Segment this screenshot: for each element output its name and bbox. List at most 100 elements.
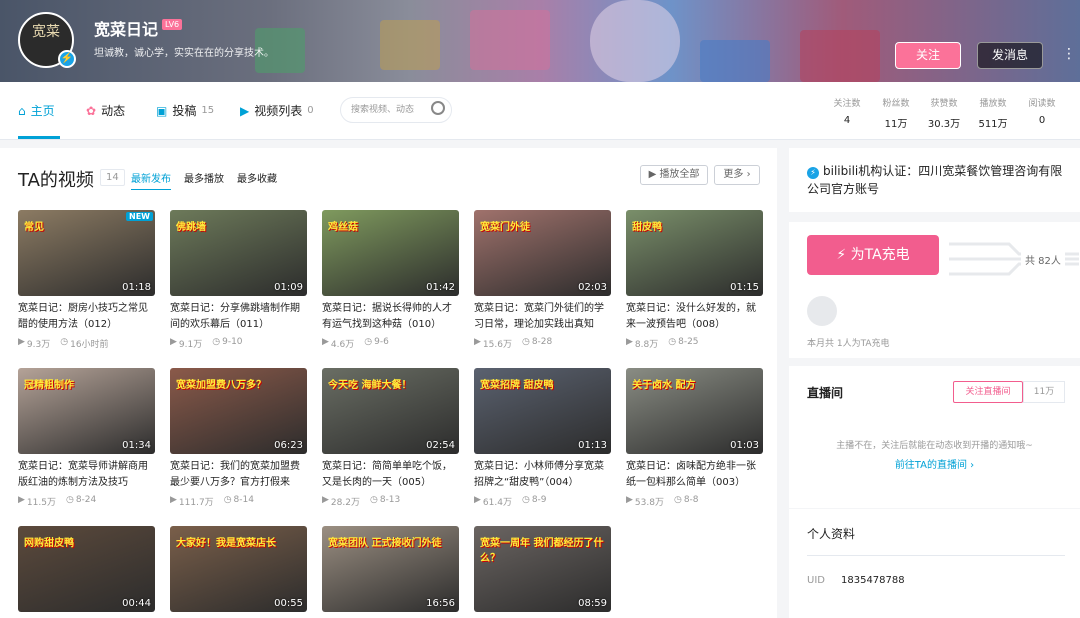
video-title[interactable]: 宽菜日记：厨房小技巧之常见醋的使用方法（012）	[18, 301, 155, 333]
tab-count: 0	[307, 105, 314, 116]
video-thumbnail[interactable]: 今天吃 海鲜大餐！ 02:54	[322, 368, 459, 454]
video-thumbnail[interactable]: 冠精粗制作 01:34	[18, 368, 155, 454]
profile-title: 个人资料	[807, 527, 856, 541]
tab-underline	[18, 136, 60, 139]
video-thumbnail[interactable]: 常见 NEW 01:18	[18, 210, 155, 296]
play-count-icon: ▶	[626, 495, 633, 505]
video-title[interactable]: 宽菜日记：我们的宽菜加盟费最少要八万多？官方打假来	[170, 459, 307, 491]
video-card[interactable]: 甜皮鸭 01:15 宽菜日记：没什么好发的，就来一波预告吧（008） ▶ 8.8万 ◷ 8-…	[626, 210, 763, 350]
video-title[interactable]: 宽菜日记：卤味配方绝非一张纸一包料那么简单（003）	[626, 459, 763, 491]
video-thumbnail[interactable]: 甜皮鸭 01:15	[626, 210, 763, 296]
avatar[interactable]: 宽菜 ⚡	[18, 12, 76, 68]
video-plays: 111.7万	[178, 498, 214, 508]
more-button[interactable]: 更多 ›	[714, 165, 760, 185]
video-title[interactable]: 宽菜日记：宽菜导师讲解商用版红油的炼制方法及技巧	[18, 459, 155, 491]
thumbnail-caption: 关于卤水 配方	[632, 380, 696, 391]
video-title[interactable]: 宽菜日记：分享佛跳墙制作期间的欢乐幕后（011）	[170, 301, 307, 333]
video-thumbnail[interactable]: 宽菜加盟费八万多？ 06:23	[170, 368, 307, 454]
video-thumbnail[interactable]: 鸡丝菇 01:42	[322, 210, 459, 296]
section-title: TA的视频	[18, 170, 94, 191]
clock-icon: ◷	[364, 337, 373, 347]
video-card[interactable]: 佛跳墙 01:09 宽菜日记：分享佛跳墙制作期间的欢乐幕后（011） ▶ 9.1万 ◷ 9-…	[170, 210, 307, 350]
video-duration: 01:15	[730, 282, 759, 293]
video-date: 8-25	[678, 337, 699, 347]
sort-most-favorited[interactable]: 最多收藏	[237, 170, 277, 185]
video-duration: 01:03	[730, 440, 759, 451]
avatar-text: 宽菜	[32, 24, 60, 40]
cert-prefix: bilibili机构认证：	[823, 164, 919, 178]
tab-video-list[interactable]: ▶ 视频列表 0	[240, 102, 314, 119]
clock-icon: ◷	[65, 495, 74, 505]
video-date: 8-24	[75, 495, 97, 505]
video-thumbnail[interactable]: 关于卤水 配方 01:03	[626, 368, 763, 454]
video-title[interactable]: 宽菜日记：简简单单吃个饭，又是长肉的一天（005）	[322, 459, 459, 491]
stat-following[interactable]: 关注数 4	[825, 96, 869, 126]
thumbnail-caption: 今天吃 海鲜大餐！	[328, 380, 412, 391]
video-card[interactable]: 宽菜团队 正式接收门外徒 16:56	[322, 526, 459, 612]
search-input[interactable]: 搜索视频、动态	[340, 97, 452, 123]
charge-button[interactable]: ⚡ 为TA充电	[807, 235, 939, 275]
video-date: 8-14	[233, 495, 254, 505]
video-card[interactable]: 今天吃 海鲜大餐！ 02:54 宽菜日记：简简单单吃个饭，又是长肉的一天（005） ▶…	[322, 368, 459, 508]
video-card[interactable]: 常见 NEW 01:18 宽菜日记：厨房小技巧之常见醋的使用方法（012） ▶ 9.3万 ◷…	[18, 210, 155, 350]
flower-icon: ✿	[86, 103, 97, 118]
follow-live-button[interactable]: 关注直播间	[953, 381, 1023, 403]
stat-fans[interactable]: 粉丝数 11万	[874, 96, 918, 130]
tab-home[interactable]: ⌂ 主页	[18, 102, 55, 119]
video-date: 8-13	[379, 495, 401, 505]
profile-navbar: ⌂ 主页 ✿ 动态 ▣ 投稿 15 ▶ 视频列表 0 搜索视频、动态 关注数 4 …	[0, 82, 1080, 140]
message-button[interactable]: 发消息	[977, 42, 1043, 69]
video-plays: 61.4万	[482, 498, 512, 508]
video-thumbnail[interactable]: 宽菜门外徒 02:03	[474, 210, 611, 296]
video-card[interactable]: 宽菜一周年 我们都经历了什么？ 08:59	[474, 526, 611, 612]
video-thumbnail[interactable]: 宽菜一周年 我们都经历了什么？ 08:59	[474, 526, 611, 612]
video-thumbnail[interactable]: 网购甜皮鸭 00:44	[18, 526, 155, 612]
play-all-button[interactable]: ▶ 播放全部	[640, 165, 708, 185]
thumbnail-caption: 鸡丝菇	[328, 222, 358, 233]
thumbnail-caption: 宽菜加盟费八万多？	[176, 380, 266, 391]
video-thumbnail[interactable]: 宽菜招牌 甜皮鸭 01:13	[474, 368, 611, 454]
sort-most-played[interactable]: 最多播放	[184, 170, 224, 185]
video-card[interactable]: 宽菜门外徒 02:03 宽菜日记：宽菜门外徒们的学习日常，理论加实践出真知 ▶ 15.6…	[474, 210, 611, 350]
video-card[interactable]: 鸡丝菇 01:42 宽菜日记：据说长得帅的人才有运气找到这种菇（010） ▶ 4.6万 ◷…	[322, 210, 459, 350]
clock-icon: ◷	[521, 337, 530, 347]
video-title[interactable]: 宽菜日记：小林师傅分享宽菜招牌之“甜皮鸭”（004）	[474, 459, 611, 491]
video-title[interactable]: 宽菜日记：据说长得帅的人才有运气找到这种菇（010）	[322, 301, 459, 333]
video-duration: 01:34	[122, 440, 151, 451]
charge-card: ⚡ 为TA充电 共 82人 本月共 1人为TA充电	[789, 222, 1080, 358]
video-card[interactable]: 冠精粗制作 01:34 宽菜日记：宽菜导师讲解商用版红油的炼制方法及技巧 ▶ 11.5万…	[18, 368, 155, 508]
tab-submissions[interactable]: ▣ 投稿 15	[156, 102, 214, 119]
video-duration: 16:56	[426, 598, 455, 609]
play-count-icon: ▶	[18, 337, 25, 347]
search-icon[interactable]	[431, 101, 445, 115]
charge-total: 共 82人	[1021, 252, 1065, 267]
video-date: 8-28	[531, 337, 553, 347]
video-plays: 15.6万	[482, 340, 512, 350]
follow-button[interactable]: 关注	[895, 42, 961, 69]
stat-value: 511万	[978, 119, 1008, 130]
video-card[interactable]: 宽菜招牌 甜皮鸭 01:13 宽菜日记：小林师傅分享宽菜招牌之“甜皮鸭”（004） ▶…	[474, 368, 611, 508]
video-card[interactable]: 大家好！我是宽菜店长 00:55	[170, 526, 307, 612]
video-duration: 02:54	[426, 440, 455, 451]
video-plays: 28.2万	[330, 498, 360, 508]
sort-latest[interactable]: 最新发布	[131, 170, 171, 190]
video-date: 8-9	[531, 495, 547, 505]
play-count-icon: ▶	[18, 495, 25, 505]
video-title[interactable]: 宽菜日记：宽菜门外徒们的学习日常，理论加实践出真知	[474, 301, 611, 333]
live-room-card: 直播间 关注直播间 11万 主播不在，关注后就能在动态收到开播的通知哦~ 前往T…	[789, 366, 1080, 508]
video-thumbnail[interactable]: 宽菜团队 正式接收门外徒 16:56	[322, 526, 459, 612]
video-card[interactable]: 网购甜皮鸭 00:44	[18, 526, 155, 612]
go-live-room-link[interactable]: 前往TA的直播间 ›	[789, 456, 1080, 471]
more-dots-icon[interactable]: ⋮	[1062, 46, 1076, 62]
video-card[interactable]: 关于卤水 配方 01:03 宽菜日记：卤味配方绝非一张纸一包料那么简单（003） ▶ 5…	[626, 368, 763, 508]
tab-dynamic[interactable]: ✿ 动态	[86, 102, 125, 119]
divider	[807, 555, 1065, 556]
video-title[interactable]: 宽菜日记：没什么好发的，就来一波预告吧（008）	[626, 301, 763, 333]
uid-value: 1835478788	[841, 575, 905, 586]
video-thumbnail[interactable]: 大家好！我是宽菜店长 00:55	[170, 526, 307, 612]
video-card[interactable]: 宽菜加盟费八万多？ 06:23 宽菜日记：我们的宽菜加盟费最少要八万多？官方打假来 ▶…	[170, 368, 307, 508]
level-badge: LV6	[162, 19, 183, 30]
video-thumbnail[interactable]: 佛跳墙 01:09	[170, 210, 307, 296]
clock-icon: ◷	[212, 337, 221, 347]
tab-label: 投稿	[172, 104, 197, 118]
